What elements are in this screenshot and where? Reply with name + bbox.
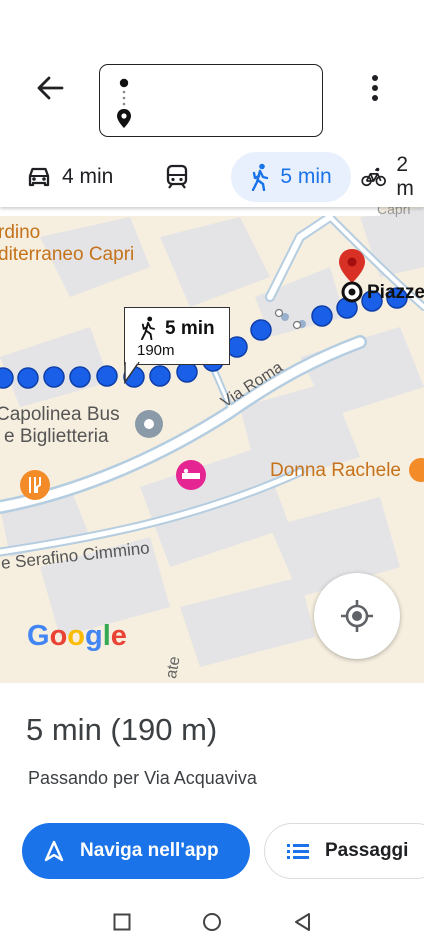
origin-destination-icons <box>117 78 131 128</box>
train-icon <box>166 164 188 189</box>
my-location-button[interactable] <box>314 573 400 659</box>
map-label-ate: ate <box>163 655 184 680</box>
bike-icon <box>361 167 386 187</box>
map-label-piazzetta: Piazze <box>367 282 424 303</box>
steps-label: Passaggi <box>325 840 409 861</box>
route-via: Passando per Via Acquaviva <box>28 768 257 788</box>
navigate-button[interactable]: Naviga nell'app <box>22 823 250 879</box>
mode-walking[interactable]: 5 min <box>231 152 351 202</box>
walk-icon <box>252 163 269 191</box>
walk-icon <box>141 316 155 340</box>
map-label-biglietteria: e Biglietteria <box>4 426 109 447</box>
route-summary: 5 min (190 m) <box>26 712 218 747</box>
mode-cycling[interactable]: 2 m <box>361 152 424 202</box>
map-label-capri-top: Capri <box>377 207 411 217</box>
mode-walking-label: 5 min <box>280 165 332 188</box>
square-icon <box>113 913 131 931</box>
map-label-capolinea: Capolinea Bus <box>0 404 120 425</box>
map-label-giardino: rdino <box>0 222 41 243</box>
navigate-label: Naviga nell'app <box>80 840 219 861</box>
home-button[interactable] <box>197 907 227 937</box>
mode-driving-label: 4 min <box>62 165 114 188</box>
back-button[interactable] <box>28 70 72 106</box>
arrow-left-icon <box>37 76 64 100</box>
circle-icon <box>203 913 221 931</box>
more-vert-icon <box>372 75 378 101</box>
destination-pin-icon <box>339 249 365 303</box>
map-label-mediterraneo: diterraneo Capri <box>0 244 135 265</box>
directions-header: 4 min 5 min 2 m <box>0 0 424 207</box>
car-icon <box>28 167 50 187</box>
map-label-donna-rachele: Donna Rachele <box>270 460 401 481</box>
google-logo-letter: o <box>67 620 85 652</box>
triangle-back-icon <box>295 913 310 931</box>
more-options-button[interactable] <box>360 70 390 106</box>
crosshair-icon <box>341 600 373 632</box>
navigation-arrow-icon <box>44 840 64 862</box>
google-logo-letter: G <box>27 620 50 652</box>
steps-button[interactable]: Passaggi <box>264 823 424 879</box>
google-logo-letter: l <box>102 620 111 652</box>
mode-driving[interactable]: 4 min <box>26 152 113 202</box>
callout-tail <box>124 362 140 384</box>
list-icon <box>287 844 309 859</box>
recents-button[interactable] <box>107 907 137 937</box>
route-inputs-box[interactable] <box>99 64 323 137</box>
origin-dot-icon <box>119 78 129 88</box>
callout-distance: 190m <box>137 342 175 359</box>
system-navigation-bar <box>0 901 424 940</box>
google-logo-letter: g <box>85 620 103 652</box>
google-logo: Google <box>27 620 127 653</box>
google-logo-letter: o <box>49 620 68 652</box>
callout-time: 5 min <box>165 318 215 339</box>
mode-cycling-label: 2 m <box>396 153 414 200</box>
system-back-button[interactable] <box>287 907 317 937</box>
mode-transit[interactable] <box>165 152 189 202</box>
google-logo-letter: e <box>110 620 127 652</box>
route-callout[interactable]: 5 min 190m <box>124 307 230 384</box>
